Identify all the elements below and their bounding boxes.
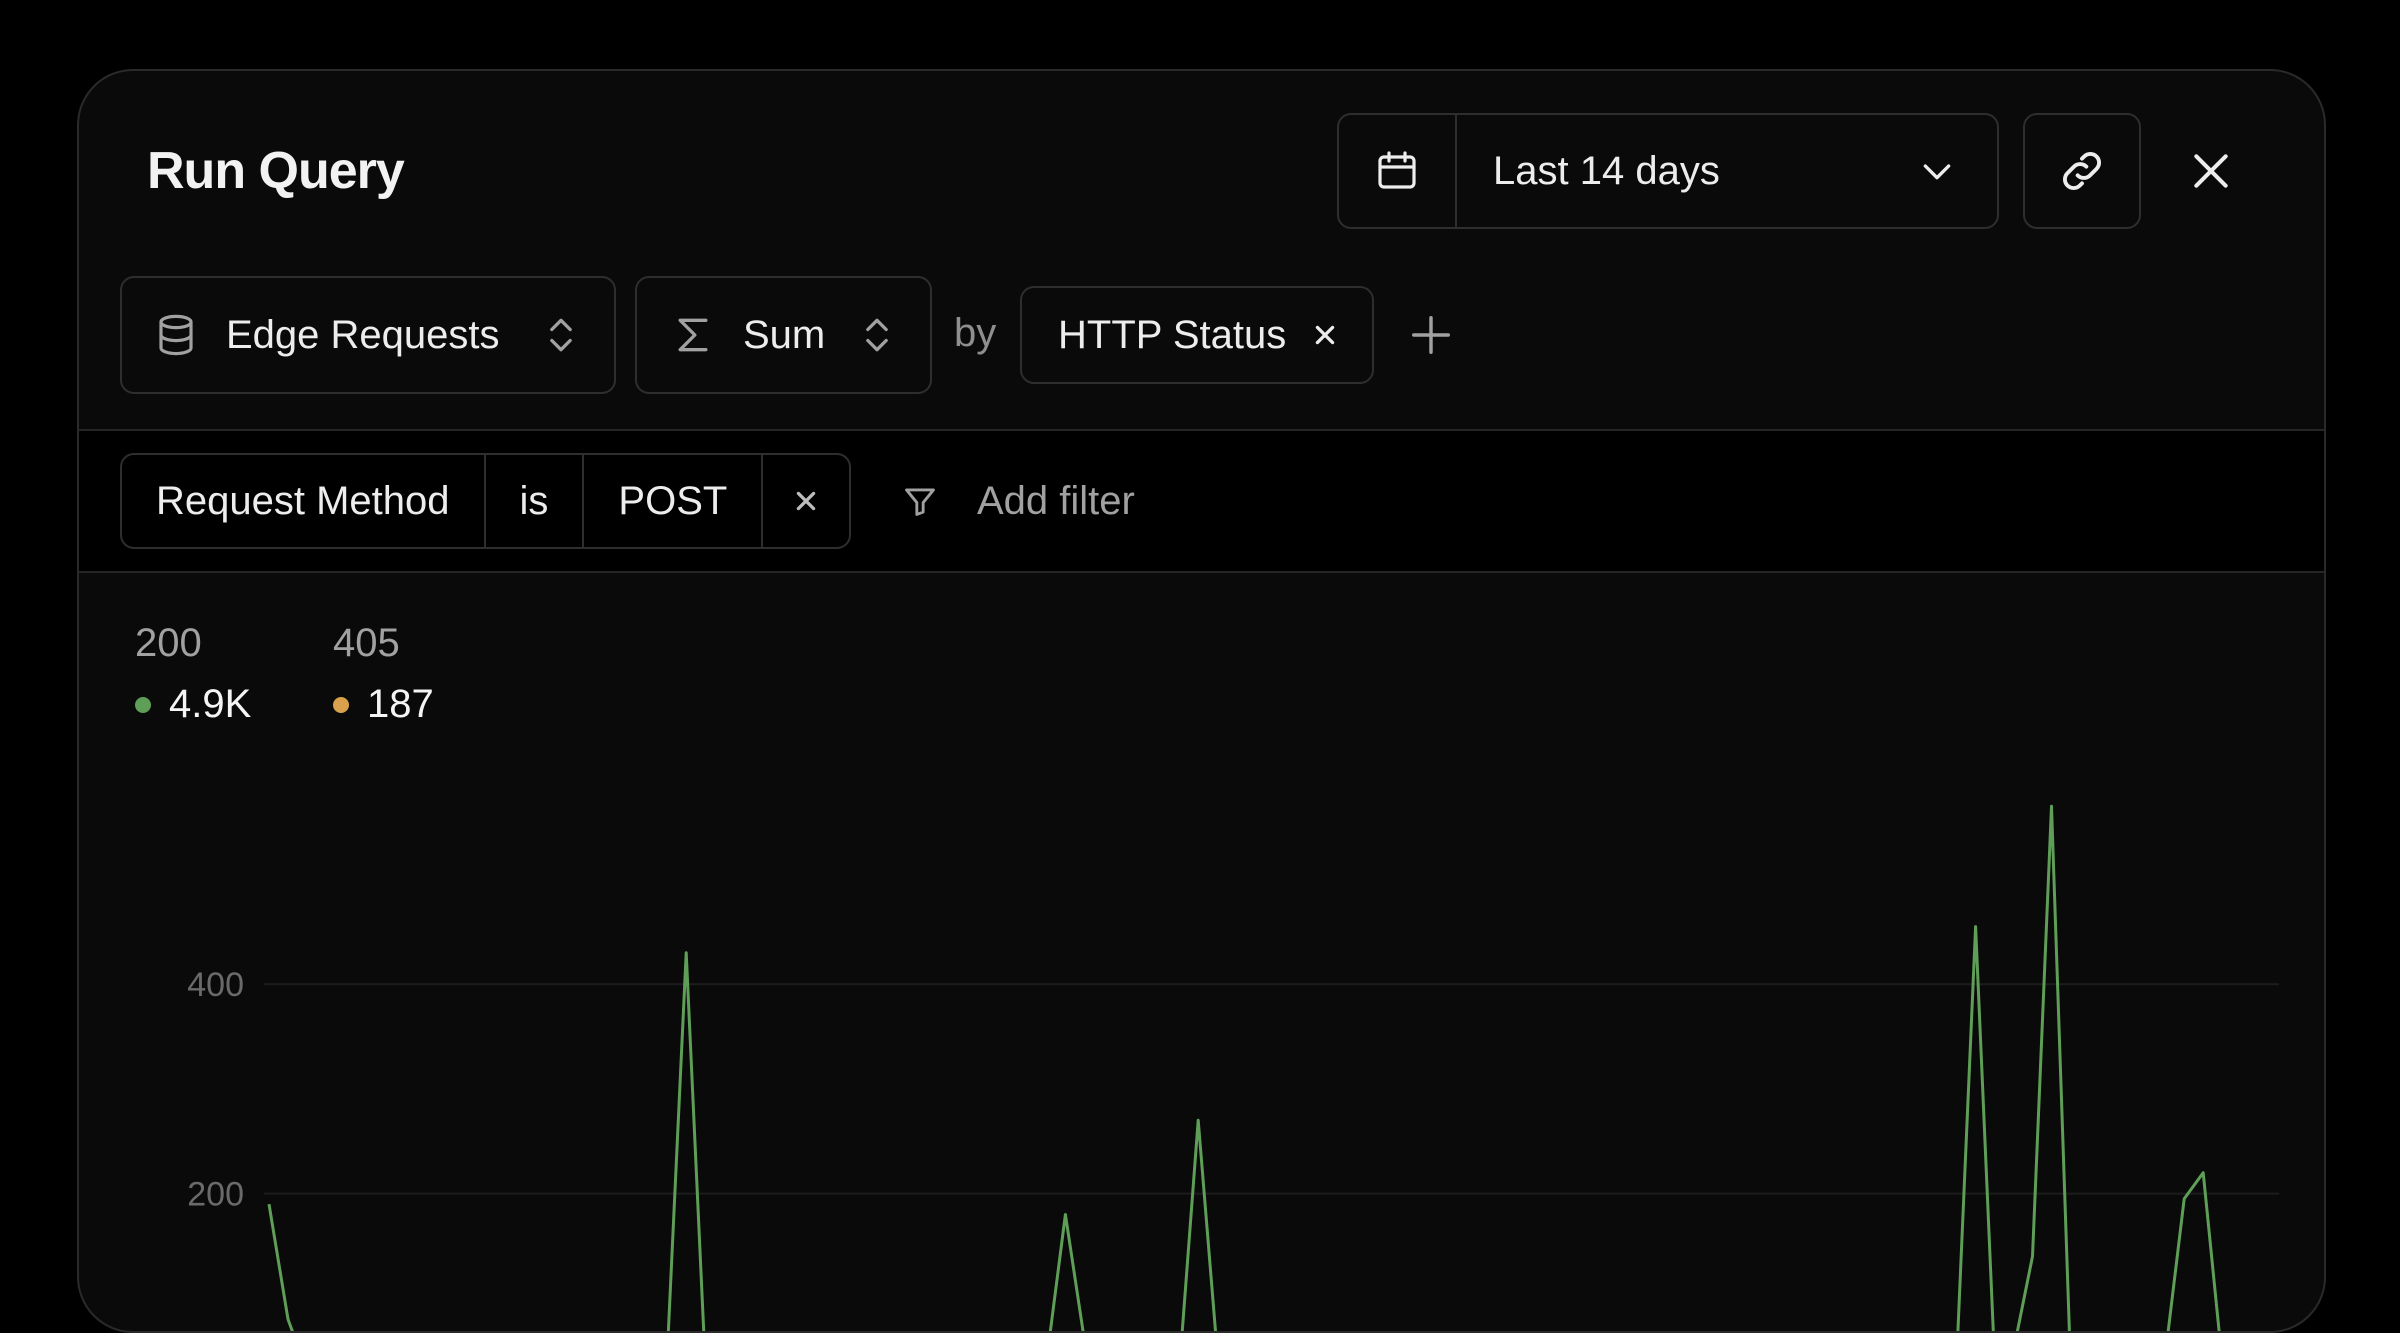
database-icon	[159, 314, 193, 356]
group-by-label-value: HTTP Status	[1058, 312, 1287, 357]
legend-value: 4.9K	[169, 682, 252, 726]
aggregation-label: Sum	[743, 312, 826, 357]
legend-value: 187	[367, 682, 434, 726]
filter-bar: Request Method is POST Add filter	[79, 429, 2324, 573]
x-icon	[797, 491, 816, 511]
filter-icon	[905, 488, 935, 516]
date-range-select[interactable]: Last 14 days	[1457, 115, 1997, 227]
page-title: Run Query	[147, 142, 405, 200]
filter-chip[interactable]: Request Method is POST	[120, 453, 852, 549]
close-icon	[2194, 154, 2228, 188]
remove-filter-button[interactable]	[763, 455, 849, 547]
date-range-picker[interactable]: Last 14 days	[1337, 113, 1999, 229]
add-group-button[interactable]	[1399, 303, 1463, 367]
filter-operator[interactable]: is	[486, 455, 585, 547]
close-button[interactable]	[2169, 129, 2253, 213]
group-by-chip[interactable]: HTTP Status	[1020, 286, 1375, 384]
legend-dot	[135, 696, 151, 713]
link-icon	[2062, 151, 2102, 191]
query-panel: Run Query Last 14 days Edge Requests Sum…	[77, 69, 2326, 1333]
legend-name: 200	[135, 621, 202, 665]
calendar-icon	[1339, 115, 1457, 227]
copy-link-button[interactable]	[2023, 113, 2141, 229]
series-line-200	[267, 804, 2221, 1331]
chevron-down-icon	[1923, 164, 1951, 180]
sigma-icon	[678, 318, 708, 352]
legend-dot	[333, 696, 349, 713]
filter-field[interactable]: Request Method	[122, 455, 486, 547]
y-tick-label: 400	[187, 966, 244, 1004]
plus-icon	[1412, 316, 1450, 354]
data-source-label: Edge Requests	[226, 312, 500, 357]
remove-group-icon[interactable]	[1312, 322, 1338, 348]
legend-item-405[interactable]: 405 187	[333, 621, 434, 727]
date-range-label: Last 14 days	[1493, 148, 1720, 193]
group-by-label: by	[954, 311, 997, 355]
chevron-up-down-icon	[550, 318, 572, 352]
line-chart: 400 200	[187, 804, 2279, 1331]
y-tick-label: 200	[187, 1176, 244, 1214]
aggregation-select[interactable]: Sum	[635, 276, 932, 394]
add-filter-button[interactable]: Add filter	[901, 469, 1135, 533]
data-source-select[interactable]: Edge Requests	[120, 276, 616, 394]
legend-name: 405	[333, 621, 400, 665]
filter-value[interactable]: POST	[584, 455, 764, 547]
chevron-up-down-icon	[866, 318, 888, 352]
legend-item-200[interactable]: 200 4.9K	[135, 621, 251, 727]
add-filter-label: Add filter	[977, 478, 1135, 523]
